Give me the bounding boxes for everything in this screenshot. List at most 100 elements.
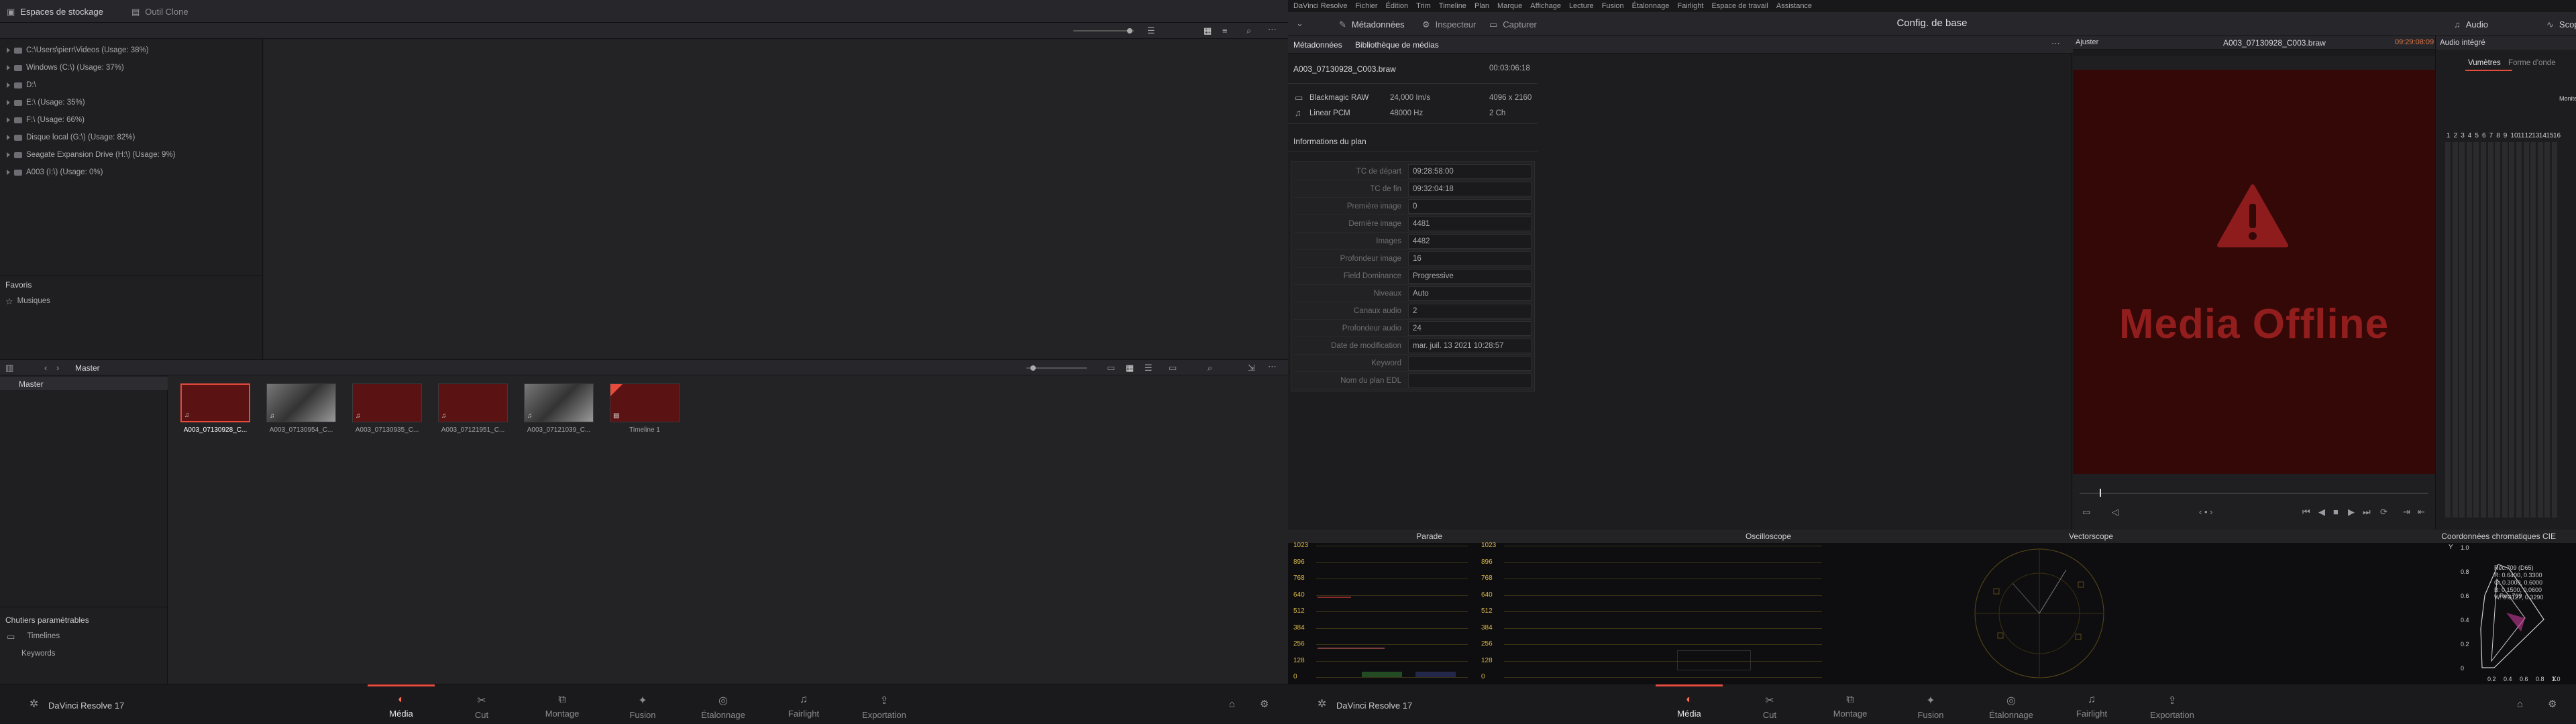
scrubber-bar[interactable] xyxy=(2080,493,2428,494)
fit-dropdown[interactable]: Ajuster xyxy=(2076,38,2098,46)
clone-tool-tab[interactable]: ▤ Outil Clone xyxy=(131,4,189,19)
menu-item[interactable]: Assistance xyxy=(1776,2,1812,10)
metadata-field-value[interactable]: 4482 xyxy=(1408,233,1532,249)
menu-item[interactable]: Timeline xyxy=(1439,2,1466,10)
metadata-field-value[interactable] xyxy=(1408,355,1532,371)
metadata-field-value[interactable]: 0 xyxy=(1408,198,1532,214)
sort-icon[interactable]: ≡ xyxy=(1222,26,1228,35)
back-icon[interactable]: ‹ xyxy=(44,363,47,372)
clip-thumbnail[interactable]: ▤ xyxy=(610,383,680,422)
metadata-tab[interactable]: Métadonnées xyxy=(1293,40,1342,50)
metadata-button[interactable]: ✎ Métadonnées xyxy=(1339,17,1405,32)
expand-arrow-icon[interactable] xyxy=(7,117,10,123)
storage-item[interactable]: E:\ (Usage: 35%) xyxy=(7,94,85,111)
storage-item[interactable]: D:\ xyxy=(7,76,36,94)
parade-header[interactable]: Parade xyxy=(1288,530,1462,543)
media-library-tab[interactable]: Bibliothèque de médias xyxy=(1355,40,1439,50)
page-tab-2[interactable]: ⧉ Montage xyxy=(1817,694,1884,719)
audio-button[interactable]: ♫ Audio xyxy=(2454,17,2488,32)
search-icon-2[interactable]: ⌕ xyxy=(1208,363,1212,372)
menu-item[interactable]: Espace de travail xyxy=(1711,2,1768,10)
page-tab-3[interactable]: ✦ Fusion xyxy=(609,694,676,720)
list-view-icon[interactable]: ☰ xyxy=(1147,26,1155,35)
metadata-field-value[interactable]: Auto xyxy=(1408,286,1532,301)
menu-item[interactable]: Trim xyxy=(1416,2,1431,10)
mark-out-icon[interactable]: ⇤ xyxy=(2418,507,2425,516)
skip-start-icon[interactable]: ⏮ xyxy=(2302,507,2310,516)
forward-icon[interactable]: › xyxy=(56,363,59,372)
metadata-field-value[interactable]: 4481 xyxy=(1408,216,1532,231)
menu-item[interactable]: Marque xyxy=(1497,2,1522,10)
menu-item[interactable]: Fusion xyxy=(1602,2,1624,10)
page-tab-5[interactable]: ♫ Fairlight xyxy=(2058,694,2125,719)
viewer-options-icon[interactable]: ▭ xyxy=(2082,507,2090,516)
cie-header[interactable]: Coordonnées chromatiques CIE xyxy=(2133,530,2576,543)
meters-tab[interactable]: Vumètres xyxy=(2468,59,2501,67)
expand-icon[interactable]: ⇲ xyxy=(1248,363,1255,372)
home-icon-2[interactable]: ⌂ xyxy=(2517,699,2523,709)
smart-bin-keywords[interactable]: Keywords xyxy=(21,645,56,662)
expand-arrow-icon[interactable] xyxy=(7,152,10,158)
stop-icon[interactable]: ■ xyxy=(2333,507,2339,516)
jog-icon[interactable]: ‹ • › xyxy=(2199,507,2212,516)
storage-item[interactable]: F:\ (Usage: 66%) xyxy=(7,111,85,129)
search-icon[interactable]: ⌕ xyxy=(1246,26,1251,35)
capture-button[interactable]: ▭ Capturer xyxy=(1489,17,1537,32)
metadata-more-icon[interactable]: ⋯ xyxy=(2051,39,2060,48)
page-tab-6[interactable]: ⇪ Exportation xyxy=(851,694,918,720)
grid-view-icon[interactable]: ▦ xyxy=(1203,26,1212,35)
expand-arrow-icon[interactable] xyxy=(7,48,10,53)
list-view-icon-2[interactable]: ☰ xyxy=(1144,363,1152,372)
metadata-field-value[interactable]: mar. juil. 13 2021 10:28:57 xyxy=(1408,338,1532,353)
smart-bin-timelines[interactable]: ▭ Timelines xyxy=(7,627,60,645)
expand-arrow-icon[interactable] xyxy=(7,65,10,70)
menu-item[interactable]: Lecture xyxy=(1569,2,1594,10)
scopes-button[interactable]: ∿ Scopes xyxy=(2546,17,2576,32)
metadata-field-value[interactable]: Progressive xyxy=(1408,268,1532,284)
viewer-clip-name[interactable]: A003_07130928_C003.braw xyxy=(2223,38,2326,48)
storage-item[interactable]: Windows (C:\) (Usage: 37%) xyxy=(7,59,124,76)
page-tab-1[interactable]: ✂ Cut xyxy=(1736,694,1803,720)
vectorscope-header[interactable]: Vectorscope xyxy=(1811,530,2133,543)
expand-arrow-icon[interactable] xyxy=(7,135,10,140)
more-options-icon[interactable]: ⋯ xyxy=(1268,25,1277,34)
expand-arrow-icon[interactable] xyxy=(7,170,10,175)
expand-arrow-icon[interactable] xyxy=(7,82,10,88)
viewer-canvas[interactable]: Media Offline xyxy=(2073,56,2435,474)
favorite-item[interactable]: ☆ Musiques xyxy=(5,292,50,310)
menu-item[interactable]: Étalonnage xyxy=(1632,2,1670,10)
storage-item[interactable]: Disque local (G:\) (Usage: 82%) xyxy=(7,129,135,146)
page-tab-0[interactable]: ◐ Média xyxy=(368,694,435,719)
menu-item[interactable]: Fichier xyxy=(1356,2,1378,10)
menu-item[interactable]: DaVinci Resolve xyxy=(1293,2,1348,10)
settings-icon[interactable]: ⚙ xyxy=(1260,699,1269,709)
clip-thumbnail[interactable]: ♫ xyxy=(266,383,336,422)
clip-thumbnail[interactable]: ♫ xyxy=(352,383,422,422)
metadata-field-value[interactable]: 09:28:58:00 xyxy=(1408,164,1532,179)
thumb-zoom-handle[interactable] xyxy=(1030,365,1036,371)
page-tab-6[interactable]: ⇪ Exportation xyxy=(2139,694,2206,720)
sidebar-toggle-icon[interactable]: ▥ xyxy=(5,363,13,372)
waveform-tab[interactable]: Forme d'onde xyxy=(2508,59,2556,67)
page-tab-4[interactable]: ◎ Étalonnage xyxy=(690,694,757,720)
expand-arrow-icon[interactable] xyxy=(7,100,10,105)
mute-icon[interactable]: ◁ xyxy=(2112,507,2118,516)
playhead[interactable] xyxy=(2100,489,2101,497)
metadata-view-icon[interactable]: ▭ xyxy=(1107,363,1115,372)
play-icon[interactable]: ▶ xyxy=(2348,507,2355,516)
menu-item[interactable]: Fairlight xyxy=(1677,2,1703,10)
storage-tab[interactable]: ▣ Espaces de stockage xyxy=(7,4,103,19)
menu-item[interactable]: Plan xyxy=(1474,2,1489,10)
home-icon[interactable]: ⌂ xyxy=(1229,699,1235,709)
mark-in-icon[interactable]: ⇥ xyxy=(2403,507,2410,516)
metadata-field-value[interactable] xyxy=(1408,373,1532,388)
menu-item[interactable]: Édition xyxy=(1386,2,1409,10)
more-options-icon-2[interactable]: ⋯ xyxy=(1268,362,1277,371)
metadata-field-value[interactable]: 09:32:04:18 xyxy=(1408,181,1532,196)
storage-item[interactable]: C:\Users\pierr\Videos (Usage: 38%) xyxy=(7,42,149,59)
zoom-slider-handle[interactable] xyxy=(1127,28,1132,34)
waveform-header[interactable]: Oscilloscope xyxy=(1462,530,1811,543)
storage-item[interactable]: Seagate Expansion Drive (H:\) (Usage: 9%… xyxy=(7,146,175,164)
page-tab-5[interactable]: ♫ Fairlight xyxy=(770,694,837,719)
clip-thumbnail[interactable]: ♫ xyxy=(524,383,594,422)
